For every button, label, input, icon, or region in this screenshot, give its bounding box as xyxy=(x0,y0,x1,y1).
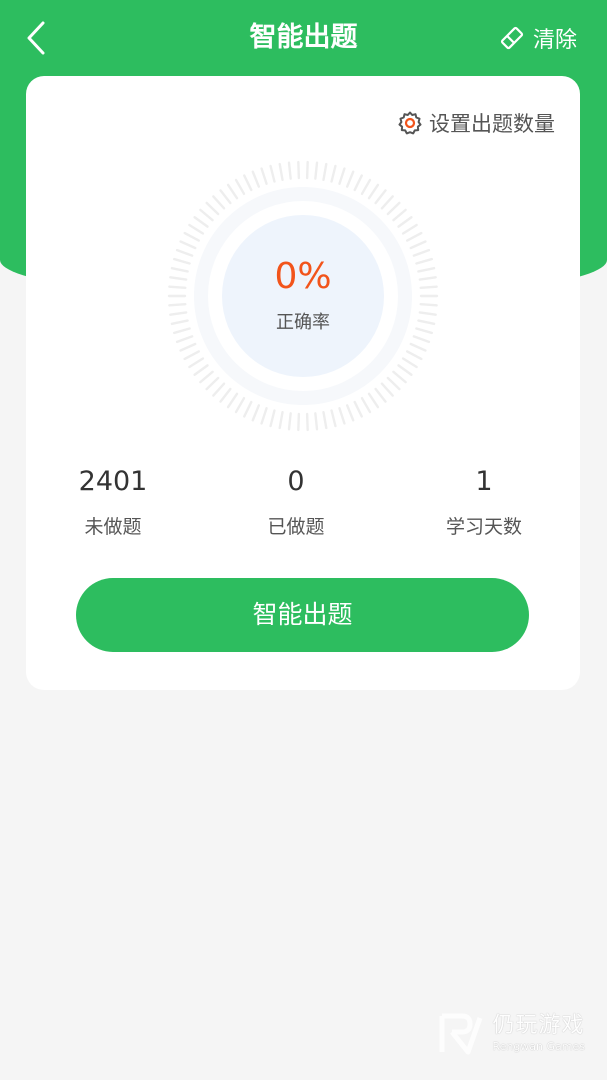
accuracy-gauge: 0% 正确率 xyxy=(167,160,439,432)
watermark-name-en: Rengwan Games xyxy=(492,1040,585,1053)
accuracy-label: 正确率 xyxy=(276,312,330,333)
stat-undone-value: 2401 xyxy=(78,466,148,497)
stat-study-days: 1 学习天数 xyxy=(404,462,564,542)
stat-study-days-value: 1 xyxy=(475,466,493,497)
eraser-icon xyxy=(500,26,524,50)
stat-done: 0 已做题 xyxy=(216,462,376,542)
stat-done-label: 已做题 xyxy=(267,516,325,538)
set-question-count-button[interactable]: 设置出题数量 xyxy=(397,106,555,140)
top-nav-bar: 智能出题 清除 xyxy=(0,0,607,76)
set-question-count-label: 设置出题数量 xyxy=(429,112,555,136)
stat-undone-label: 未做题 xyxy=(84,516,142,538)
quiz-summary-card: 设置出题数量 0% 正确率 2401 未做题 0 已做题 1 学习天数 智能出题 xyxy=(26,76,580,690)
watermark: 仍玩游戏 Rengwan Games xyxy=(438,1012,585,1056)
accuracy-center: 0% 正确率 xyxy=(222,215,384,377)
start-smart-quiz-button[interactable]: 智能出题 xyxy=(76,578,529,652)
stat-study-days-label: 学习天数 xyxy=(445,516,522,538)
clear-button[interactable]: 清除 xyxy=(499,18,577,58)
clear-label: 清除 xyxy=(532,28,577,53)
watermark-logo-icon xyxy=(439,1013,483,1055)
gear-icon xyxy=(398,111,422,135)
watermark-name-cn: 仍玩游戏 xyxy=(492,1013,585,1038)
accuracy-value: 0% xyxy=(274,256,332,297)
stat-undone: 2401 未做题 xyxy=(33,462,193,542)
stat-done-value: 0 xyxy=(287,466,305,497)
